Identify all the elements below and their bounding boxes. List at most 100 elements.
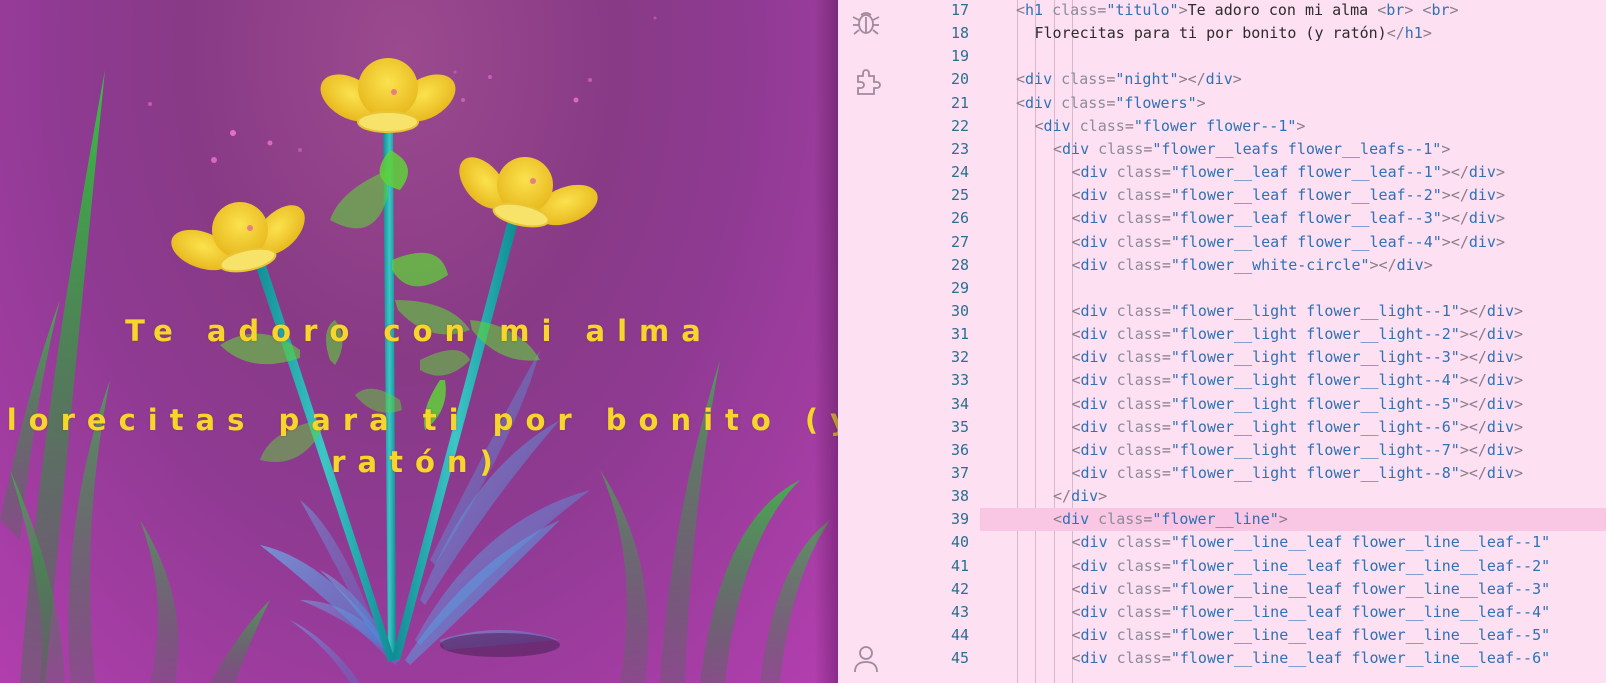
code-area[interactable]: <h1 class="titulo">Te adoro con mi alma … <box>980 0 1606 683</box>
code-text: <div class="flower__line__leaf flower__l… <box>1071 602 1551 621</box>
code-text: <div class="flower__line__leaf flower__l… <box>1071 626 1551 645</box>
line-number: 45 <box>950 649 969 668</box>
code-line[interactable]: <div class="flower__line__leaf flower__l… <box>980 578 1606 601</box>
code-line[interactable]: <div class="flowers"> <box>980 92 1606 115</box>
line-number: 34 <box>950 394 969 413</box>
code-line[interactable]: <div class="flower__leafs flower__leafs-… <box>980 138 1606 161</box>
code-line[interactable]: <div class="flower__leaf flower__leaf--1… <box>980 161 1606 184</box>
code-text: <div class="flower__line__leaf flower__l… <box>1071 649 1551 668</box>
page-title: Te adoro con mi alma Florecitas para ti … <box>0 310 838 483</box>
code-line[interactable]: <div class="flower__line__leaf flower__l… <box>980 624 1606 647</box>
code-line[interactable]: <div class="flower__light flower__light-… <box>980 462 1606 485</box>
flower-1 <box>320 58 456 133</box>
code-text: <div class="flower__line"> <box>1053 510 1288 529</box>
flower-2 <box>171 202 305 273</box>
code-text: <div class="flower__light flower__light-… <box>1071 348 1524 367</box>
line-number: 25 <box>950 186 969 205</box>
line-number: 27 <box>950 232 969 251</box>
code-line[interactable]: <div class="flower__light flower__light-… <box>980 416 1606 439</box>
code-line[interactable]: <div class="flower__line__leaf flower__l… <box>980 555 1606 578</box>
line-number: 30 <box>950 301 969 320</box>
code-text: <div class="flower__leaf flower__leaf--1… <box>1071 163 1506 182</box>
code-line[interactable]: Florecitas para ti por bonito (y ratón)<… <box>980 22 1606 45</box>
code-line[interactable]: <div class="flower__white-circle"></div> <box>980 254 1606 277</box>
code-line-active[interactable]: <div class="flower__line"> <box>980 508 1606 532</box>
account-icon[interactable] <box>850 642 882 674</box>
line-number: 31 <box>950 325 969 344</box>
code-line[interactable]: </div> <box>980 485 1606 508</box>
preview-pane: Te adoro con mi alma Florecitas para ti … <box>0 0 838 683</box>
code-text: <div class="flowers"> <box>1016 93 1206 112</box>
code-line[interactable]: <div class="flower__line__leaf flower__l… <box>980 601 1606 624</box>
code-text: <div class="flower__light flower__light-… <box>1071 464 1524 482</box>
code-text: <div class="night"></div> <box>1016 70 1242 89</box>
code-text: <div class="flower__leaf flower__leaf--3… <box>1071 209 1506 228</box>
line-number: 36 <box>950 440 969 459</box>
code-line[interactable]: <div class="flower flower--1"> <box>980 115 1606 138</box>
code-text: <div class="flower__leaf flower__leaf--4… <box>1071 232 1506 251</box>
code-line[interactable]: <div class="flower__light flower__light-… <box>980 323 1606 346</box>
line-number: 37 <box>950 464 969 482</box>
code-line[interactable]: <div class="flower__light flower__light-… <box>980 346 1606 369</box>
code-text: <div class="flower__leaf flower__leaf--2… <box>1071 186 1506 205</box>
code-line[interactable]: <div class="flower__light flower__light-… <box>980 300 1606 323</box>
activity-bar <box>838 0 896 683</box>
line-number: 29 <box>950 278 969 297</box>
line-number: 23 <box>950 139 969 158</box>
code-text: <div class="flower__line__leaf flower__l… <box>1071 556 1551 575</box>
line-number: 42 <box>950 579 969 598</box>
code-text: <div class="flower__light flower__light-… <box>1071 371 1524 390</box>
line-number: 17 <box>950 1 969 19</box>
line-number: 40 <box>950 533 969 552</box>
code-text: <div class="flower__white-circle"></div> <box>1071 255 1433 274</box>
title-line-1: Te adoro con mi alma <box>125 314 713 348</box>
debug-icon[interactable] <box>850 6 882 38</box>
code-text: <div class="flower__line__leaf flower__l… <box>1071 579 1551 598</box>
line-number: 35 <box>950 417 969 436</box>
line-number: 22 <box>950 116 969 135</box>
code-line[interactable]: <div class="night"></div> <box>980 68 1606 91</box>
line-number: 24 <box>950 163 969 182</box>
code-text: <div class="flower__leafs flower__leafs-… <box>1053 139 1451 158</box>
code-text: <div class="flower__light flower__light-… <box>1071 440 1524 459</box>
code-line[interactable] <box>980 277 1606 300</box>
line-number: 18 <box>950 24 969 43</box>
line-number: 28 <box>950 255 969 274</box>
line-number: 19 <box>950 47 969 66</box>
flower-3 <box>459 157 598 228</box>
line-number: 32 <box>950 348 969 367</box>
line-number: 38 <box>950 487 969 506</box>
extensions-icon[interactable] <box>850 66 882 98</box>
code-text: <h1 class="titulo">Te adoro con mi alma … <box>1016 1 1459 19</box>
line-number: 39 <box>950 510 969 529</box>
code-line[interactable]: <div class="flower__line__leaf flower__l… <box>980 531 1606 554</box>
line-number: 44 <box>950 626 969 645</box>
code-line[interactable] <box>980 45 1606 68</box>
code-line[interactable]: <h1 class="titulo">Te adoro con mi alma … <box>980 0 1606 22</box>
title-line-2: Florecitas para ti por bonito (y ratón) <box>0 403 838 480</box>
code-text: <div class="flower__light flower__light-… <box>1071 325 1524 344</box>
code-line[interactable]: <div class="flower__leaf flower__leaf--2… <box>980 184 1606 207</box>
code-editor: 17 18 19 20 21 22 23 24 25 26 27 28 29 30 31 32 33 34 35 36… <box>838 0 1606 683</box>
line-number: 33 <box>950 371 969 390</box>
line-number: 26 <box>950 209 969 228</box>
line-number-gutter: 17 18 19 20 21 22 23 24 25 26 27 28 29 30 31 32 33 34 35 36… <box>896 0 980 683</box>
code-line[interactable]: <div class="flower__light flower__light-… <box>980 369 1606 392</box>
code-line[interactable]: <div class="flower__light flower__light-… <box>980 439 1606 462</box>
code-text: Florecitas para ti por bonito (y ratón)<… <box>1034 24 1432 43</box>
code-line[interactable]: <div class="flower__leaf flower__leaf--4… <box>980 231 1606 254</box>
code-text: <div class="flower__line__leaf flower__l… <box>1071 533 1551 552</box>
code-line[interactable]: <div class="flower__line__leaf flower__l… <box>980 647 1606 670</box>
code-line[interactable]: <div class="flower__leaf flower__leaf--3… <box>980 207 1606 230</box>
shadow <box>440 633 560 657</box>
line-number: 43 <box>950 602 969 621</box>
code-text: <div class="flower flower--1"> <box>1034 116 1306 135</box>
code-line[interactable]: <div class="flower__light flower__light-… <box>980 393 1606 416</box>
code-text: <div class="flower__light flower__light-… <box>1071 394 1524 413</box>
line-number: 41 <box>950 556 969 575</box>
line-number: 21 <box>950 93 969 112</box>
code-text: </div> <box>1053 487 1108 506</box>
line-number: 20 <box>950 70 969 89</box>
code-text: <div class="flower__light flower__light-… <box>1071 417 1524 436</box>
code-text: <div class="flower__light flower__light-… <box>1071 301 1524 320</box>
